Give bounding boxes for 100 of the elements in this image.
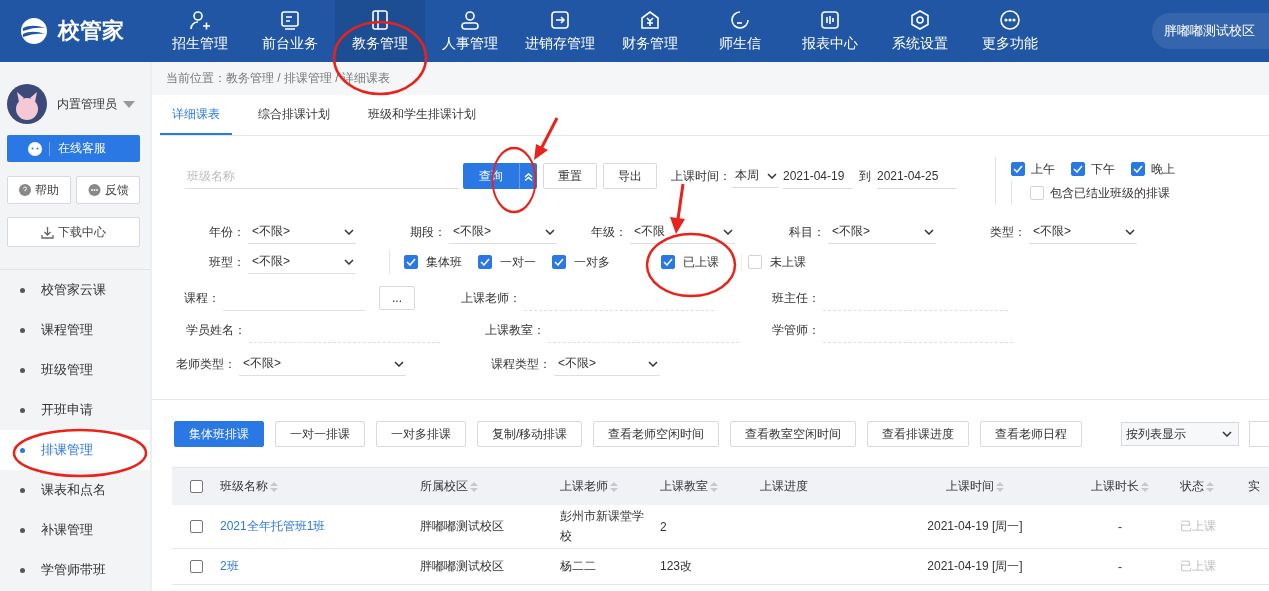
select-field[interactable]: <不限>: [239, 352, 406, 376]
select-field[interactable]: <不限>: [828, 220, 936, 244]
column-header[interactable]: 上课老师: [560, 476, 618, 497]
chevron-down-icon: [767, 172, 777, 179]
action-button[interactable]: 一对一排课: [275, 421, 365, 447]
field-label: 老师类型：: [175, 355, 236, 373]
sort-icon[interactable]: [270, 480, 278, 493]
logo-text: 校管家: [58, 17, 124, 45]
nav-item[interactable]: 更多功能: [965, 0, 1055, 62]
toolbar-button[interactable]: [1249, 421, 1269, 447]
column-header[interactable]: 上课时长: [1091, 478, 1149, 495]
action-button[interactable]: 查看排课进度: [867, 421, 970, 447]
sidebar-item[interactable]: 开班申请: [0, 390, 150, 430]
sidebar-item[interactable]: 学管师带班: [0, 550, 150, 590]
sort-icon[interactable]: [1206, 480, 1214, 493]
sort-icon[interactable]: [470, 480, 478, 493]
date-field[interactable]: 2021-04-25: [877, 163, 957, 189]
tab[interactable]: 详细课表: [160, 95, 232, 135]
field-label: 科目：: [788, 223, 825, 241]
class-kind-checkbox[interactable]: 一对多: [552, 253, 610, 271]
nav-item[interactable]: 招生管理: [155, 0, 245, 62]
caret-icon[interactable]: [123, 100, 135, 108]
user-name[interactable]: 内置管理员: [57, 95, 117, 113]
help-button[interactable]: 帮助: [7, 176, 71, 204]
tab[interactable]: 综合排课计划: [246, 95, 342, 135]
date-field[interactable]: 2021-04-19: [783, 163, 853, 189]
reset-button[interactable]: 重置: [543, 163, 597, 189]
class-kind-checkbox[interactable]: 集体班: [404, 253, 462, 271]
sort-icon[interactable]: [710, 480, 718, 493]
column-header[interactable]: 实: [1248, 478, 1260, 495]
action-button[interactable]: 复制/移动排课: [477, 421, 583, 447]
column-header[interactable]: 所属校区: [420, 478, 478, 495]
chevron-down-icon: [924, 228, 934, 235]
field-label: 班主任：: [771, 289, 820, 307]
period-checkbox[interactable]: 上午: [1011, 160, 1055, 178]
sidebar-item[interactable]: 课程管理: [0, 310, 150, 350]
nav-item[interactable]: 前台业务: [245, 0, 335, 62]
select-field[interactable]: <不限>: [248, 220, 356, 244]
nav-item[interactable]: 财务管理: [605, 0, 695, 62]
nav-item[interactable]: 教务管理: [335, 0, 425, 62]
sort-icon[interactable]: [996, 480, 1004, 493]
status-checkbox[interactable]: 未上课: [748, 253, 806, 271]
sort-icon[interactable]: [610, 480, 618, 493]
field-label: 期段：: [409, 223, 446, 241]
column-header[interactable]: 上课教室: [660, 478, 718, 495]
sidebar-item[interactable]: 补课管理: [0, 510, 150, 550]
include-checkbox[interactable]: 包含已结业班级的排课: [1030, 184, 1170, 202]
nav-item[interactable]: 进销存管理: [515, 0, 605, 62]
export-button[interactable]: 导出: [603, 163, 657, 189]
nav-item[interactable]: 师生信: [695, 0, 785, 62]
class-kind-checkbox[interactable]: 一对一: [478, 253, 536, 271]
campus-button[interactable]: 胖嘟嘟测试校区: [1152, 13, 1269, 49]
chevron-down-icon: [394, 360, 404, 367]
service-button[interactable]: 在线客服: [7, 135, 140, 162]
column-header[interactable]: 班级名称: [220, 478, 278, 495]
row-checkbox[interactable]: [189, 560, 203, 573]
select-all-checkbox[interactable]: [189, 480, 203, 493]
select-field[interactable]: <不限>: [1029, 220, 1137, 244]
class-link[interactable]: 2021全年托管班1班: [220, 519, 326, 533]
sidebar-item[interactable]: 校管家云课: [0, 270, 150, 310]
download-button[interactable]: 下载中心: [7, 217, 140, 247]
browse-button[interactable]: ...: [379, 286, 415, 310]
enter-icon: [549, 9, 571, 31]
sidebar-item[interactable]: 排课管理: [0, 430, 150, 470]
user-icon: [459, 9, 481, 31]
feedback-button[interactable]: 反馈: [76, 176, 140, 204]
sidebar-item[interactable]: 课表和点名: [0, 470, 150, 510]
view-select[interactable]: 按列表显示: [1121, 422, 1240, 446]
status-checkbox[interactable]: 已上课: [661, 253, 719, 271]
action-button[interactable]: 查看老师空闲时间: [593, 421, 720, 447]
range-select[interactable]: 本周: [731, 164, 779, 188]
action-button[interactable]: 查看老师日程: [980, 421, 1083, 447]
class-link[interactable]: 2班: [220, 559, 239, 573]
tab[interactable]: 班级和学生排课计划: [356, 95, 488, 135]
sidebar-item[interactable]: 班级管理: [0, 350, 150, 390]
select-field[interactable]: <不限>: [554, 352, 660, 376]
period-checkbox[interactable]: 晚上: [1131, 160, 1175, 178]
period-checkbox[interactable]: 下午: [1071, 160, 1115, 178]
check-icon: [480, 258, 490, 266]
chat-icon: [87, 184, 101, 196]
column-header[interactable]: 上课进度: [760, 478, 808, 495]
table-cell: 2021-04-19 [周一]: [927, 519, 1023, 533]
nav-item[interactable]: 人事管理: [425, 0, 515, 62]
book-icon: [369, 9, 391, 31]
table-cell: 胖嘟嘟测试校区: [420, 519, 504, 533]
column-header[interactable]: 上课时间: [946, 478, 1004, 495]
nav-item[interactable]: 报表中心: [785, 0, 875, 62]
check-icon: [554, 258, 564, 266]
select-field[interactable]: <不限>: [449, 220, 557, 244]
nav-item[interactable]: 系统设置: [875, 0, 965, 62]
field-label: 班型：: [208, 253, 245, 271]
action-button[interactable]: 查看教室空闲时间: [730, 421, 857, 447]
row-checkbox[interactable]: [189, 520, 203, 533]
action-button[interactable]: 集体班排课: [174, 421, 264, 447]
select-field[interactable]: <不限>: [248, 250, 356, 274]
sort-icon[interactable]: [1141, 480, 1149, 493]
chevron-down-icon: [1125, 228, 1135, 235]
field-label: 年级：: [590, 223, 627, 241]
action-button[interactable]: 一对多排课: [376, 421, 466, 447]
column-header[interactable]: 状态: [1180, 478, 1214, 495]
